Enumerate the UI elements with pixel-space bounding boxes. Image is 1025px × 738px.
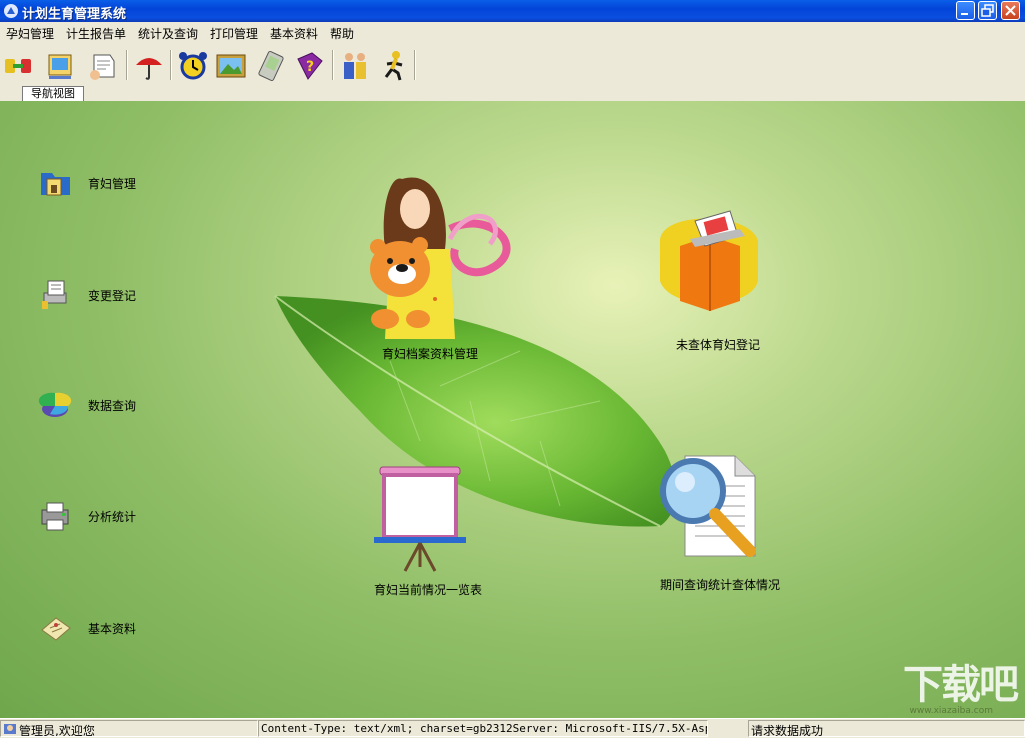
menu-basic-data[interactable]: 基本资料 [270,25,318,42]
restore-button[interactable] [978,1,997,20]
help-book-icon[interactable]: ? [292,49,326,83]
status-server-panel: Content-Type: text/xml; charset=gb2312Se… [258,720,708,737]
sidebar-item-label: 变更登记 [88,289,137,303]
report-icon[interactable] [44,49,78,83]
user-icon [4,724,16,734]
watermark-logo: 下载吧 [903,662,1019,708]
document-hand-icon[interactable] [86,49,120,83]
status-user-text: 管理员,欢迎您 [19,724,95,737]
picture-icon[interactable] [214,49,248,83]
menu-statistics-query[interactable]: 统计及查询 [138,25,198,42]
status-bar: 管理员,欢迎您 Content-Type: text/xml; charset=… [0,718,1025,738]
menu-bar: 孕妇管理 计生报告单 统计及查询 打印管理 基本资料 帮助 [0,22,1025,44]
feature-current-situation-list[interactable]: 育妇当前情况一览表 [360,461,510,601]
feature-label: 育妇当前情况一览表 [374,583,483,597]
menu-report[interactable]: 计生报告单 [66,25,126,42]
sidebar-item-data-query[interactable]: 数据查询 [38,387,188,427]
pda-icon[interactable] [254,49,288,83]
note-icon [41,617,71,641]
sidebar-item-label: 基本资料 [88,622,137,636]
toolbar-separator [170,50,172,80]
close-button[interactable] [1001,1,1020,20]
app-icon [4,4,18,18]
laptop-book-icon [660,210,758,311]
connect-icon[interactable] [2,49,36,83]
toolbar-separator [332,50,334,80]
minimize-icon [961,13,968,15]
menu-help[interactable]: 帮助 [330,25,354,42]
navigation-canvas: 育妇管理 变更登记 数据查询 分析统计 基本资料 育妇档案资料管理 未查体育妇登… [0,101,1025,718]
exit-runner-icon[interactable] [378,49,412,83]
status-message-panel: 请求数据成功 [748,720,1025,737]
woman-with-teddy-bear-icon [370,177,511,339]
tab-navigation-view[interactable]: 导航视图 [22,86,84,102]
toolbar-separator [126,50,128,80]
sidebar-item-label: 数据查询 [88,399,137,413]
status-message-text: 请求数据成功 [751,724,824,737]
feature-label: 未查体育妇登记 [676,338,761,352]
folder-icon [41,173,70,196]
sidebar-item-basic-data[interactable]: 基本资料 [38,610,188,650]
magnifier-document-icon [660,455,756,557]
svg-text:?: ? [306,59,314,75]
title-bar: 计划生育管理系统 [0,0,1025,22]
sidebar-item-pregnant-management[interactable]: 育妇管理 [38,165,188,205]
watermark-url: www.xiazaiba.com [909,706,993,716]
feature-period-query-statistics[interactable]: 期间查询统计查体情况 [655,446,805,596]
status-user-panel: 管理员,欢迎您 [0,720,258,737]
sidebar-item-analysis-statistics[interactable]: 分析统计 [38,498,188,538]
close-icon [1005,5,1016,16]
sidebar-item-label: 分析统计 [88,510,137,524]
minimize-button[interactable] [956,1,975,20]
pie-chart-icon [38,392,72,417]
feature-label: 育妇档案资料管理 [382,347,479,361]
window-title: 计划生育管理系统 [22,7,127,22]
menu-pregnant-management[interactable]: 孕妇管理 [6,25,54,42]
feature-unchecked-registration[interactable]: 未查体育妇登记 [650,191,790,361]
status-server-text: Content-Type: text/xml; charset=gb2312Se… [261,722,707,735]
feature-label: 期间查询统计查体情况 [660,578,781,592]
presentation-board-icon [374,466,466,572]
toolbar: ? [0,44,1025,87]
menu-print[interactable]: 打印管理 [210,25,258,42]
alarm-clock-icon[interactable] [176,49,210,83]
feature-archive-management[interactable]: 育妇档案资料管理 [330,169,530,369]
sidebar-item-label: 育妇管理 [88,177,137,191]
users-icon[interactable] [338,49,372,83]
tab-strip: 导航视图 [0,86,1025,102]
sidebar-item-change-registration[interactable]: 变更登记 [38,277,188,317]
umbrella-icon[interactable] [132,49,166,83]
toolbar-separator [414,50,416,80]
printer-doc-icon [42,280,67,309]
restore-icon [981,4,994,17]
printer-icon [41,502,69,531]
